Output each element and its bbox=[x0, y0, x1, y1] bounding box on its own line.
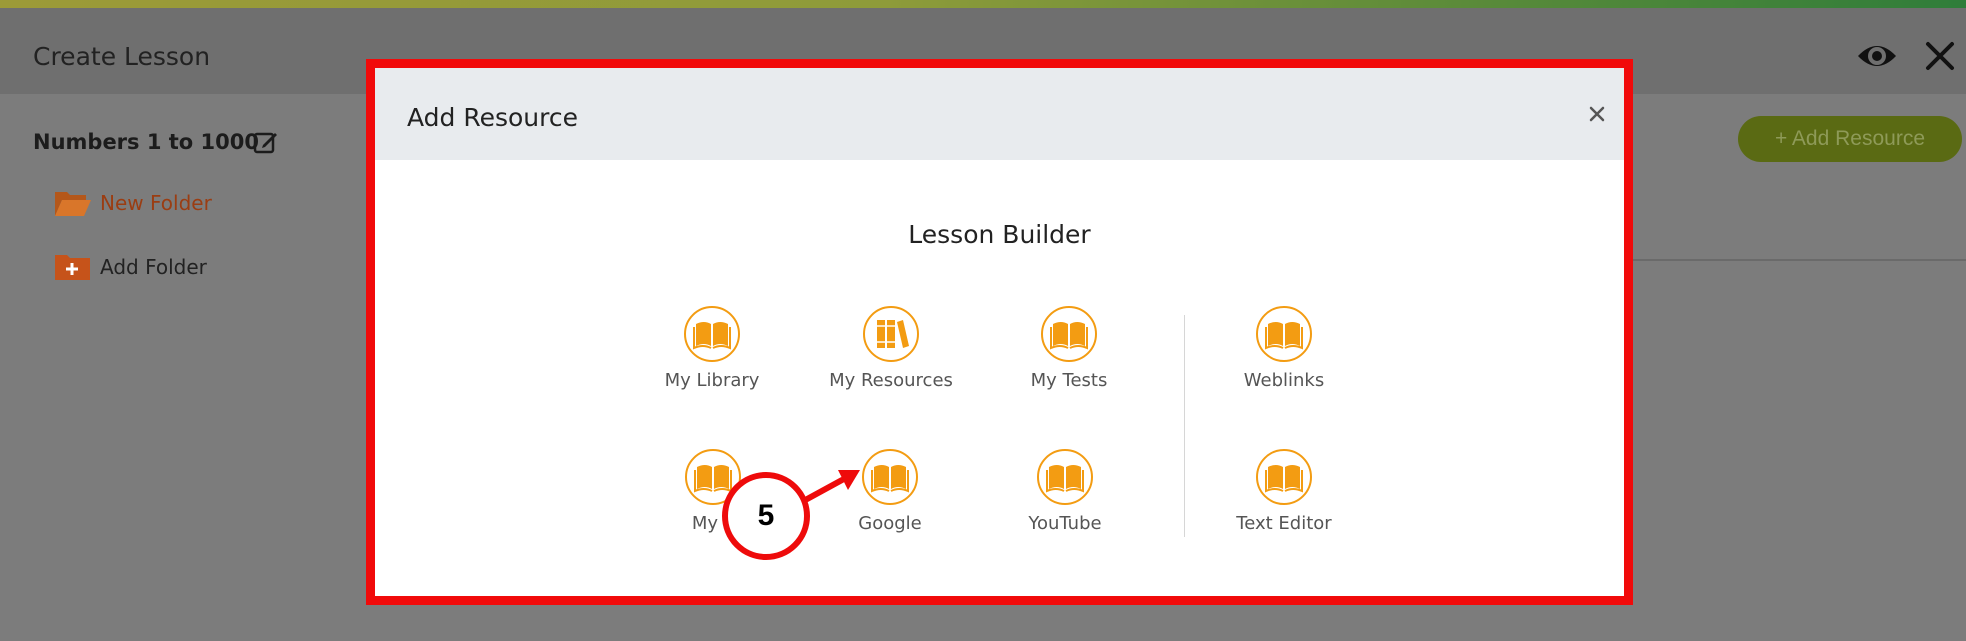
folder-plus-icon bbox=[55, 255, 90, 280]
book-icon bbox=[1037, 449, 1093, 505]
tile-text-editor[interactable]: Text Editor bbox=[1204, 448, 1364, 534]
add-resource-button[interactable]: + Add Resource bbox=[1738, 116, 1962, 162]
step-number: 5 bbox=[757, 499, 775, 532]
step-callout: 5 bbox=[722, 472, 810, 560]
tile-label: Google bbox=[858, 513, 922, 534]
tile-my-tests[interactable]: My Tests bbox=[989, 305, 1149, 391]
tile-weblinks[interactable]: Weblinks bbox=[1204, 305, 1364, 391]
tile-label: Text Editor bbox=[1236, 513, 1332, 534]
top-accent-bar bbox=[0, 0, 1966, 8]
page-title: Create Lesson bbox=[33, 42, 211, 71]
tile-youtube[interactable]: YouTube bbox=[985, 448, 1145, 534]
tile-my-library[interactable]: My Library bbox=[632, 305, 792, 391]
tile-my-resources[interactable]: My Resources bbox=[811, 305, 971, 391]
tile-label: My Library bbox=[664, 370, 760, 391]
column-separator bbox=[1184, 315, 1185, 537]
add-resource-modal: Add Resource Lesson Builder My Library M… bbox=[366, 59, 1633, 605]
tile-label: My Resources bbox=[829, 370, 953, 391]
modal-title: Add Resource bbox=[407, 103, 578, 132]
tile-label: My Tests bbox=[1030, 370, 1108, 391]
eye-icon[interactable] bbox=[1856, 38, 1898, 74]
book-icon bbox=[1041, 306, 1097, 362]
sidebar-item-new-folder[interactable]: New Folder bbox=[54, 188, 212, 218]
books-icon bbox=[863, 306, 919, 362]
book-icon bbox=[684, 306, 740, 362]
folder-open-icon bbox=[55, 192, 91, 216]
modal-header: Add Resource bbox=[375, 68, 1624, 160]
book-icon bbox=[1256, 449, 1312, 505]
content-divider bbox=[1620, 259, 1966, 261]
sidebar-item-add-folder[interactable]: Add Folder bbox=[54, 252, 207, 282]
folder-label: New Folder bbox=[100, 191, 212, 215]
tile-label: Weblinks bbox=[1243, 370, 1325, 391]
modal-close-icon[interactable] bbox=[1583, 100, 1611, 128]
close-icon[interactable] bbox=[1922, 38, 1958, 74]
tile-label: YouTube bbox=[1028, 513, 1102, 534]
edit-icon[interactable] bbox=[253, 129, 279, 155]
section-title: Lesson Builder bbox=[908, 220, 1091, 249]
book-icon bbox=[1256, 306, 1312, 362]
lesson-name: Numbers 1 to 1000 bbox=[33, 130, 259, 154]
folder-label: Add Folder bbox=[100, 255, 207, 279]
